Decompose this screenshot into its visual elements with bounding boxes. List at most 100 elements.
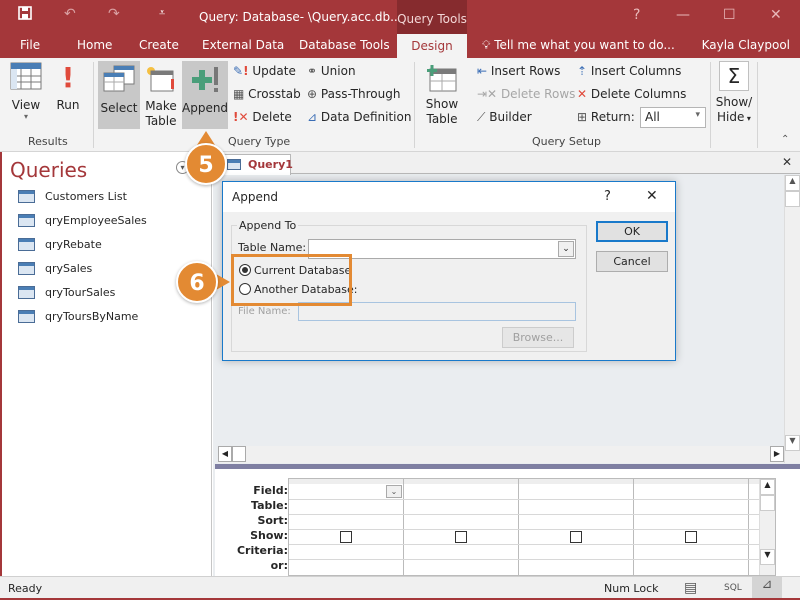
data-definition-query-button[interactable]: ⊿ Data Definition [307,110,411,124]
navigation-pane: Queries ▾ Customers List qryEmployeeSale… [0,152,212,576]
nav-item[interactable]: qrySales [18,258,92,278]
save-icon[interactable] [18,6,32,24]
append-to-legend: Append To [237,219,299,232]
upper-horizontal-scrollbar[interactable]: ◀ ▶ [218,446,784,463]
show-hide-label: Show/Hide ▾ [715,95,753,124]
collapse-ribbon-icon[interactable]: ⌃ [781,134,789,145]
document-tabs: Query1 ✕ [213,152,800,175]
redo-icon[interactable]: ↷ [108,6,120,22]
table-name-label: Table Name: [238,241,307,254]
select-query-button[interactable]: Select [98,61,140,129]
tab-external-data[interactable]: External Data [202,38,284,52]
run-button[interactable]: ! Run [52,62,84,130]
query-icon [18,261,35,275]
scroll-right-arrow-icon[interactable]: ▶ [770,446,784,462]
scroll-thumb[interactable] [785,191,800,207]
tab-create[interactable]: Create [139,38,179,52]
return-label: Return: [590,110,635,124]
scroll-down-arrow-icon[interactable]: ▼ [785,435,800,451]
crosstab-icon: ▦ [233,87,245,101]
user-name[interactable]: Kayla Claypool [702,38,790,52]
append-label: Append [182,101,229,115]
scroll-thumb[interactable] [760,495,775,511]
make-table-button[interactable]: Make Table [142,61,180,129]
insert-columns-icon: ⇡ [577,64,588,78]
update-query-button[interactable]: ✎! Update [233,64,296,78]
grid-row-label: Criteria: [236,544,288,557]
show-checkbox[interactable] [570,531,582,543]
nav-item[interactable]: qryTourSales [18,282,115,302]
tell-me-search[interactable]: 💡︎ Tell me what you want to do... [482,38,675,53]
show-table-button[interactable]: Show Table [421,61,463,131]
grid-row-label: Sort: [257,514,288,527]
nav-item[interactable]: qryToursByName [18,306,138,326]
file-name-label: File Name: [238,306,291,317]
scroll-up-arrow-icon[interactable]: ▲ [760,479,775,495]
show-checkbox[interactable] [685,531,697,543]
insert-columns-button[interactable]: ⇡ Insert Columns [577,64,681,78]
union-query-button[interactable]: ⚭ Union [307,64,356,78]
grid-row-divider [289,529,775,530]
show-checkbox[interactable] [340,531,352,543]
union-icon: ⚭ [307,64,318,78]
view-button[interactable]: View ▾ [6,62,46,130]
insert-rows-button[interactable]: ⇤ Insert Rows [477,64,560,78]
nav-item[interactable]: Customers List [18,186,127,206]
scroll-thumb[interactable] [232,446,246,462]
scroll-down-arrow-icon[interactable]: ▼ [760,549,775,565]
scroll-left-arrow-icon[interactable]: ◀ [218,446,232,462]
view-label: View [11,98,41,112]
datasheet-view-icon[interactable]: ▤ [684,580,697,596]
results-group-label: Results [28,135,68,148]
ok-button[interactable]: OK [596,221,668,242]
close-document-button[interactable]: ✕ [782,155,792,169]
show-checkbox[interactable] [455,531,467,543]
tab-home[interactable]: Home [77,38,112,52]
globe-icon: ⊕ [307,87,318,101]
delete-rows-button[interactable]: ⇥✕ Delete Rows [477,87,575,101]
customize-qat-icon[interactable]: ⩡ [159,6,165,20]
minimize-button[interactable]: — [676,7,690,23]
builder-button[interactable]: ⟋ Builder [477,110,532,125]
show-hide-button[interactable]: Σ Show/Hide ▾ [714,61,754,131]
tab-database-tools[interactable]: Database Tools [299,38,390,52]
return-dropdown[interactable]: All ▾ [640,107,706,128]
field-dropdown-chevron-icon[interactable]: ⌄ [386,485,402,498]
nav-item[interactable]: qryRebate [18,234,102,254]
dialog-help-button[interactable]: ? [604,189,611,204]
tab-query1[interactable]: Query1 [221,154,293,175]
tab-file[interactable]: File [20,38,40,52]
pass-through-query-button[interactable]: ⊕ Pass-Through [307,87,400,101]
insert-rows-label: Insert Rows [490,64,561,78]
append-query-button[interactable]: Append [182,61,228,129]
nav-pane-title[interactable]: Queries [10,158,87,182]
query-icon [18,189,35,203]
delete-columns-button[interactable]: ✕ Delete Columns [577,87,686,101]
sql-view-button[interactable]: SQL [724,583,742,593]
totals-sigma-icon: Σ [719,61,749,91]
upper-vertical-scrollbar[interactable]: ▲ ▼ [784,175,800,463]
browse-button[interactable]: Browse... [502,327,574,348]
data-definition-label: Data Definition [320,110,412,124]
scroll-up-arrow-icon[interactable]: ▲ [785,175,800,191]
delete-icon: !✕ [233,110,249,124]
maximize-button[interactable]: ☐ [723,7,736,23]
chevron-down-icon[interactable]: ⌄ [558,241,574,257]
show-table-label: Show Table [425,97,459,126]
grid-vertical-scrollbar[interactable]: ▲ ▼ [759,479,775,575]
crosstab-label: Crosstab [248,87,301,101]
column-selectors[interactable] [289,479,775,484]
query-icon [18,213,35,227]
query-design-grid[interactable]: ⌄ ▲ ▼ [288,478,776,576]
cancel-button[interactable]: Cancel [596,251,668,272]
grid-row-label: or: [270,559,288,572]
undo-icon[interactable]: ↶ [64,6,76,22]
tab-design[interactable]: Design [397,34,467,58]
close-window-button[interactable]: ✕ [770,7,782,23]
nav-item[interactable]: qryEmployeeSales [18,210,147,230]
help-button[interactable]: ? [633,7,640,23]
delete-query-button[interactable]: !✕ Delete [233,110,292,124]
crosstab-query-button[interactable]: ▦ Crosstab [233,87,301,101]
design-view-icon[interactable]: ⊿ [752,577,782,598]
dialog-close-button[interactable]: ✕ [646,188,658,204]
